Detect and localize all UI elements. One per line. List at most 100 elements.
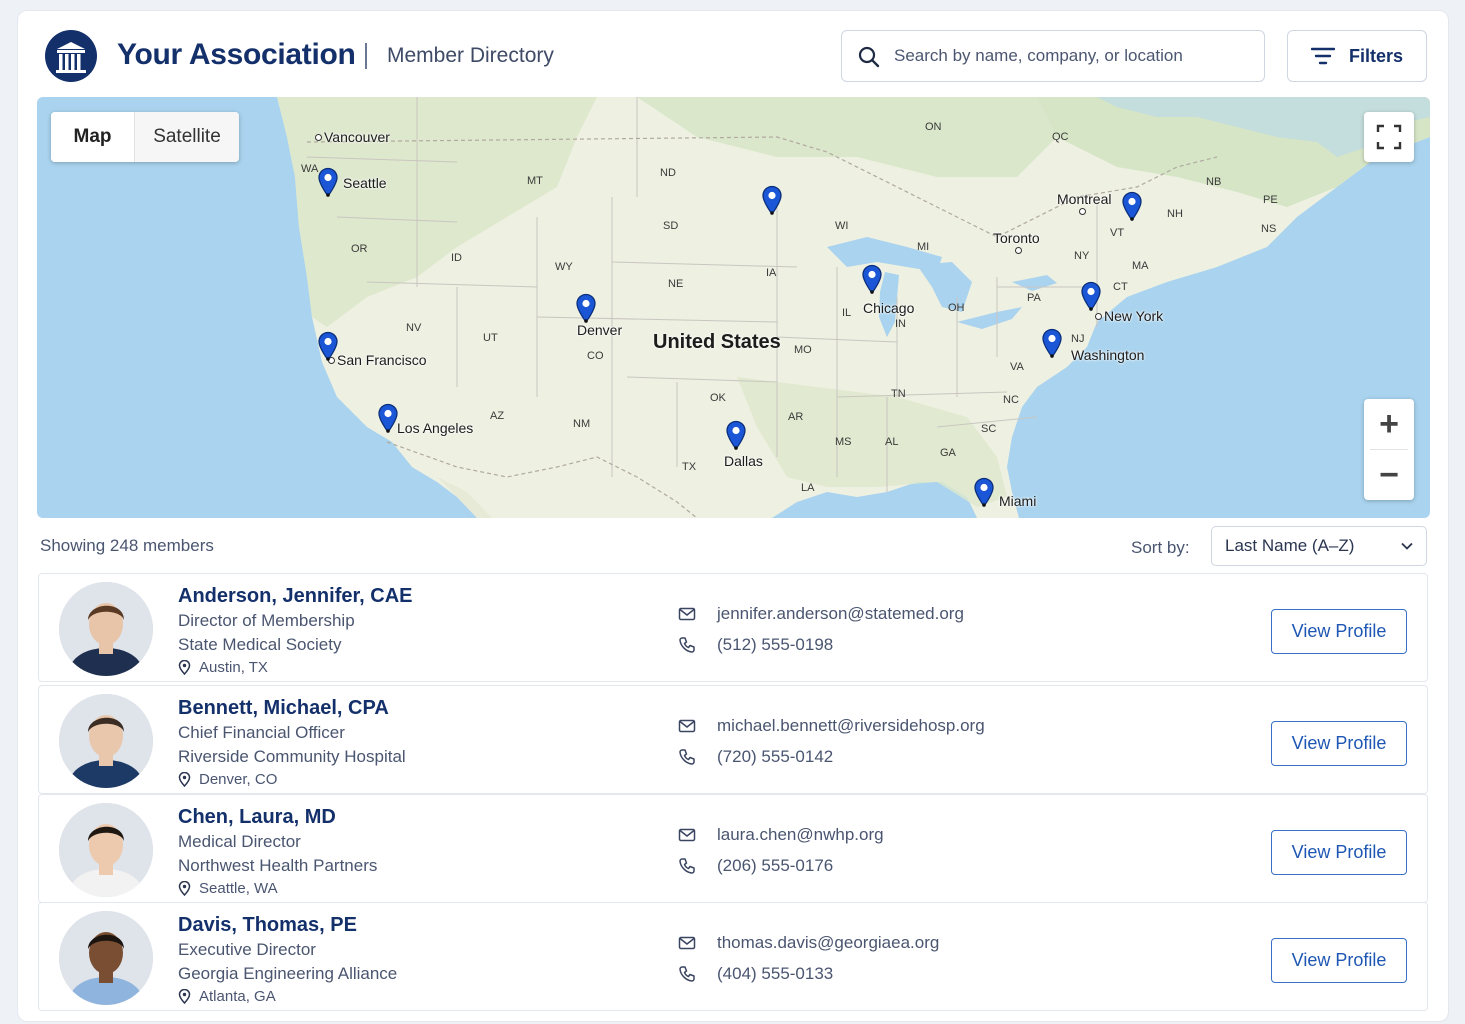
member-email-text[interactable]: michael.bennett@riversidehosp.org — [717, 716, 985, 736]
state-label-mi: MI — [917, 241, 930, 253]
state-label-ma: MA — [1132, 260, 1149, 272]
map-marker-los-angeles[interactable] — [377, 403, 399, 433]
sort-select[interactable]: Last Name (A–Z) — [1211, 526, 1427, 566]
location-pin-icon — [178, 989, 191, 1004]
city-dot — [315, 134, 322, 141]
map-marker-seattle[interactable] — [317, 167, 339, 197]
state-label-ms: MS — [835, 436, 852, 448]
city-label-san-francisco: San Francisco — [337, 352, 427, 368]
map-marker-montreal[interactable] — [1121, 191, 1143, 221]
state-label-nj: NJ — [1071, 333, 1085, 345]
brand-name: Your Association — [117, 38, 356, 71]
map-type-toggle[interactable]: Map Satellite — [51, 112, 239, 162]
member-phone[interactable]: (512) 555-0198 — [678, 635, 833, 655]
phone-icon — [679, 637, 695, 653]
state-label-sd: SD — [663, 220, 679, 232]
member-email-text[interactable]: jennifer.anderson@statemed.org — [717, 604, 964, 624]
member-organization: Riverside Community Hospital — [178, 747, 406, 766]
member-map[interactable]: Map Satellite + − WA OR ID MT WY NV UT CO AZ NM ND… — [37, 97, 1430, 518]
member-location-text: Seattle, WA — [199, 880, 278, 897]
state-label-al: AL — [885, 436, 899, 448]
zoom-in-button[interactable]: + — [1364, 399, 1414, 449]
state-label-or: OR — [351, 243, 368, 255]
state-label-nd: ND — [660, 167, 676, 179]
member-phone[interactable]: (206) 555-0176 — [678, 856, 833, 876]
directory-card: Your Association Member Directory Filter… — [17, 10, 1449, 1022]
member-title: Chief Financial Officer — [178, 723, 345, 742]
mail-icon — [678, 828, 696, 842]
state-label-ny: NY — [1074, 250, 1090, 262]
map-marker-new-york[interactable] — [1080, 281, 1102, 311]
zoom-controls: + − — [1364, 399, 1414, 500]
member-photo — [59, 694, 153, 788]
city-label-chicago: Chicago — [863, 300, 915, 316]
search-box[interactable] — [841, 30, 1265, 82]
chevron-down-icon — [1401, 542, 1413, 550]
search-input[interactable] — [894, 31, 1254, 81]
member-row[interactable]: Bennett, Michael, CPA Chief Financial Off… — [38, 685, 1428, 794]
phone-icon — [679, 966, 695, 982]
city-label-montreal: Montreal — [1057, 191, 1112, 207]
city-label-seattle: Seattle — [343, 175, 387, 191]
map-marker-dallas[interactable] — [725, 420, 747, 450]
member-phone-text[interactable]: (206) 555-0176 — [717, 856, 833, 876]
member-organization: Georgia Engineering Alliance — [178, 964, 398, 983]
filters-button[interactable]: Filters — [1287, 30, 1427, 82]
member-email[interactable]: jennifer.anderson@statemed.org — [678, 604, 964, 624]
filters-label: Filters — [1348, 45, 1404, 66]
map-marker-miami[interactable] — [973, 477, 995, 507]
member-location: Seattle, WA — [178, 880, 278, 897]
member-email[interactable]: laura.chen@nwhp.org — [678, 825, 884, 845]
member-name[interactable]: Davis, Thomas, PE — [178, 914, 357, 937]
member-email[interactable]: thomas.davis@georgiaea.org — [678, 933, 939, 953]
member-phone-text[interactable]: (512) 555-0198 — [717, 635, 833, 655]
map-view-button[interactable]: Map — [51, 112, 135, 162]
member-location: Austin, TX — [178, 659, 268, 676]
state-label-ok: OK — [710, 392, 726, 404]
member-location: Atlanta, GA — [178, 988, 276, 1005]
phone-icon — [679, 858, 695, 874]
state-label-oh: OH — [948, 302, 965, 314]
member-phone[interactable]: (404) 555-0133 — [678, 964, 833, 984]
member-phone-text[interactable]: (720) 555-0142 — [717, 747, 833, 767]
member-title: Director of Membership — [178, 611, 355, 630]
brand-divider — [365, 43, 367, 69]
member-location: Denver, CO — [178, 771, 277, 788]
map-marker-san-francisco[interactable] — [317, 331, 339, 361]
member-row[interactable]: Chen, Laura, MD Medical Director Northwest… — [38, 794, 1428, 903]
view-profile-button[interactable]: View Profile — [1271, 721, 1407, 766]
state-label-in: IN — [895, 318, 906, 330]
city-dot — [1079, 208, 1086, 215]
member-email-text[interactable]: laura.chen@nwhp.org — [717, 825, 884, 845]
state-label-ia: IA — [766, 267, 777, 279]
state-label-nv: NV — [406, 322, 422, 334]
state-label-nm: NM — [573, 418, 591, 430]
city-label-washington: Washington — [1071, 347, 1145, 363]
member-email-text[interactable]: thomas.davis@georgiaea.org — [717, 933, 939, 953]
member-name[interactable]: Bennett, Michael, CPA — [178, 697, 389, 720]
map-marker-chicago[interactable] — [861, 264, 883, 294]
member-row[interactable]: Davis, Thomas, PE Executive Director Georg… — [38, 902, 1428, 1011]
member-name[interactable]: Anderson, Jennifer, CAE — [178, 585, 413, 608]
map-marker-washington[interactable] — [1041, 328, 1063, 358]
map-marker-denver[interactable] — [575, 293, 597, 323]
state-label-co: CO — [587, 350, 604, 362]
member-row[interactable]: Anderson, Jennifer, CAE Director of Membe… — [38, 573, 1428, 682]
view-profile-button[interactable]: View Profile — [1271, 938, 1407, 983]
state-label-ct: CT — [1113, 281, 1128, 293]
zoom-out-button[interactable]: − — [1364, 450, 1414, 500]
view-profile-button[interactable]: View Profile — [1271, 609, 1407, 654]
member-phone-text[interactable]: (404) 555-0133 — [717, 964, 833, 984]
member-location-text: Atlanta, GA — [199, 988, 276, 1005]
member-phone[interactable]: (720) 555-0142 — [678, 747, 833, 767]
state-label-nc: NC — [1003, 394, 1019, 406]
state-label-qc: QC — [1052, 131, 1069, 143]
state-label-la: LA — [801, 482, 815, 494]
view-profile-button[interactable]: View Profile — [1271, 830, 1407, 875]
member-name[interactable]: Chen, Laura, MD — [178, 806, 336, 829]
member-email[interactable]: michael.bennett@riversidehosp.org — [678, 716, 985, 736]
fullscreen-button[interactable] — [1364, 112, 1414, 162]
location-pin-icon — [178, 772, 191, 787]
map-marker-minneapolis[interactable] — [761, 185, 783, 215]
satellite-view-button[interactable]: Satellite — [135, 112, 239, 162]
